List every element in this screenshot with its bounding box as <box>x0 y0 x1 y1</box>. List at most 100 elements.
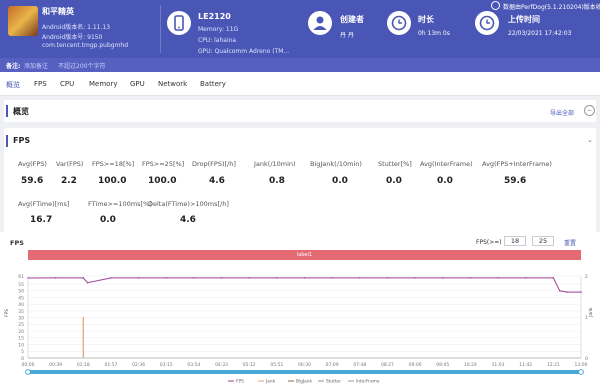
stat-value: 59.6 <box>504 176 527 186</box>
section-marker <box>6 105 8 117</box>
stat-value: 0.0 <box>386 176 402 186</box>
tab-overview[interactable]: 概览 <box>6 80 20 90</box>
duration-value: 0h 13m 0s <box>418 30 450 37</box>
stat-value: 16.7 <box>30 215 53 225</box>
x-tick-label: 01:18 <box>77 362 90 368</box>
stat-value: 4.6 <box>209 176 225 186</box>
note-label: 备注: <box>6 63 21 70</box>
fps-point <box>359 277 361 279</box>
fps-point <box>220 277 223 279</box>
stat-label: FPS>=18[%] <box>92 160 135 168</box>
x-tick-label: 07:48 <box>353 362 366 368</box>
tab-network[interactable]: Network <box>158 80 187 88</box>
x-tick-label: 07:09 <box>326 362 339 368</box>
fps-point <box>276 277 278 279</box>
y2-axis-label: Jank <box>588 307 594 318</box>
fps-point <box>442 277 444 279</box>
y-tick-label: 35 <box>18 309 24 315</box>
range-handle-left <box>25 369 31 375</box>
x-tick-label: 09:45 <box>436 362 449 368</box>
app-name: 和平精英 <box>42 7 74 16</box>
fps-point <box>82 277 85 279</box>
fps-point <box>525 277 527 279</box>
stat-value: 0.0 <box>332 176 348 186</box>
overview-title: 概览 <box>13 107 29 116</box>
y-tick-label: 10 <box>18 342 24 348</box>
y-tick-label: 30 <box>18 315 24 321</box>
stat-value: 100.0 <box>148 176 177 186</box>
range-handle-right <box>578 369 584 375</box>
x-tick-label: 10:24 <box>464 362 477 368</box>
y-tick-label: 55 <box>18 282 24 288</box>
time-range-slider <box>28 370 581 374</box>
x-tick-label: 12:21 <box>547 362 560 368</box>
user-icon <box>307 10 333 36</box>
overview-panel: 概览 导出全部 − <box>4 100 596 122</box>
x-tick-label: 05:12 <box>243 362 256 368</box>
y2-tick-label: 0 <box>585 356 588 362</box>
x-tick-label: 03:54 <box>187 362 200 368</box>
stat-label: Delta(FTime)>100ms[/h] <box>148 200 229 208</box>
y-tick-label: 15 <box>18 336 24 342</box>
x-tick-label: 05:51 <box>270 362 283 368</box>
tab-fps[interactable]: FPS <box>34 80 47 88</box>
fps-point <box>580 291 582 293</box>
x-tick-label: 03:15 <box>160 362 173 368</box>
creator-label: 创建者 <box>340 15 364 24</box>
fps-chart: 615550454035302520151050210FPS Jank00:00 0… <box>4 274 594 385</box>
x-tick-label: 09:06 <box>409 362 422 368</box>
upload-value: 22/03/2021 17:42:03 <box>508 30 572 37</box>
note-bar: 备注: 添加备注 不超过200个字符 <box>0 58 600 72</box>
source-text: 数据由PerfDog(5.1.210204)版本收集 <box>503 4 600 11</box>
tab-battery[interactable]: Battery <box>200 80 226 88</box>
chart-title: FPS <box>10 239 24 247</box>
x-tick-label: 01:57 <box>104 362 117 368</box>
stat-value: 59.6 <box>21 176 44 186</box>
device-cpu: CPU: lahaina <box>198 37 237 44</box>
legend-label: InterFrame <box>356 379 380 385</box>
tab-gpu[interactable]: GPU <box>130 80 145 88</box>
fps-point <box>165 277 167 279</box>
reset-button[interactable]: 重置 <box>564 238 576 247</box>
section-marker <box>6 135 8 147</box>
device-name: LE2120 <box>198 12 231 21</box>
fps-point <box>137 277 140 279</box>
y-tick-label: 50 <box>18 289 24 295</box>
creator-value: 丹 丹 <box>340 32 354 39</box>
y2-tick-label: 2 <box>585 274 588 280</box>
device-gpu: GPU: Qualcomm Adreno (TM... <box>198 48 290 55</box>
y-tick-label: 61 <box>18 274 24 280</box>
x-tick-label: 11:03 <box>492 362 505 368</box>
legend-label: Jank <box>265 379 276 385</box>
add-note-link[interactable]: 添加备注 <box>24 61 48 70</box>
stat-label: Avg(FTime)[ms] <box>18 200 70 208</box>
app-icon <box>8 6 38 36</box>
device-memory: Memory: 11G <box>198 26 239 33</box>
tab-cpu[interactable]: CPU <box>60 80 74 88</box>
stat-label: Avg(InterFrame) <box>420 160 473 168</box>
stat-label: FPS>=25[%] <box>142 160 185 168</box>
fps-threshold-input-1[interactable]: 18 <box>504 236 526 246</box>
android-code: Android版本号: 9150 <box>42 34 103 41</box>
stat-label: FTime>=100ms[%] <box>88 200 152 208</box>
android-version: Android版本名: 1.11.13 <box>42 24 111 31</box>
stat-label: Avg(FPS) <box>18 160 47 168</box>
collapse-icon[interactable]: − <box>584 105 595 116</box>
upload-clock-icon <box>474 10 500 36</box>
fps-series-line <box>27 277 581 293</box>
note-hint: 不超过200个字符 <box>58 63 106 70</box>
x-tick-label: 08:27 <box>381 362 394 368</box>
fps-threshold-input-2[interactable]: 25 <box>532 236 554 246</box>
export-all-link[interactable]: 导出全部 <box>550 108 574 117</box>
stat-value: 0.0 <box>437 176 453 186</box>
fps-point <box>27 277 29 279</box>
collapse-arrow-icon[interactable]: ⌄ <box>587 136 593 144</box>
fps-stats-panel: FPS ⌄ Avg(FPS) 59.6 Var(FPS) 2.2 FPS>=18… <box>4 128 596 232</box>
fps-point <box>497 277 499 279</box>
legend-label: FPS <box>236 379 244 385</box>
x-tick-label: 06:30 <box>298 362 311 368</box>
tab-memory[interactable]: Memory <box>89 80 117 88</box>
y-axis-label: FPS <box>4 309 10 317</box>
fps-point <box>386 277 389 279</box>
fps-point <box>559 290 561 292</box>
